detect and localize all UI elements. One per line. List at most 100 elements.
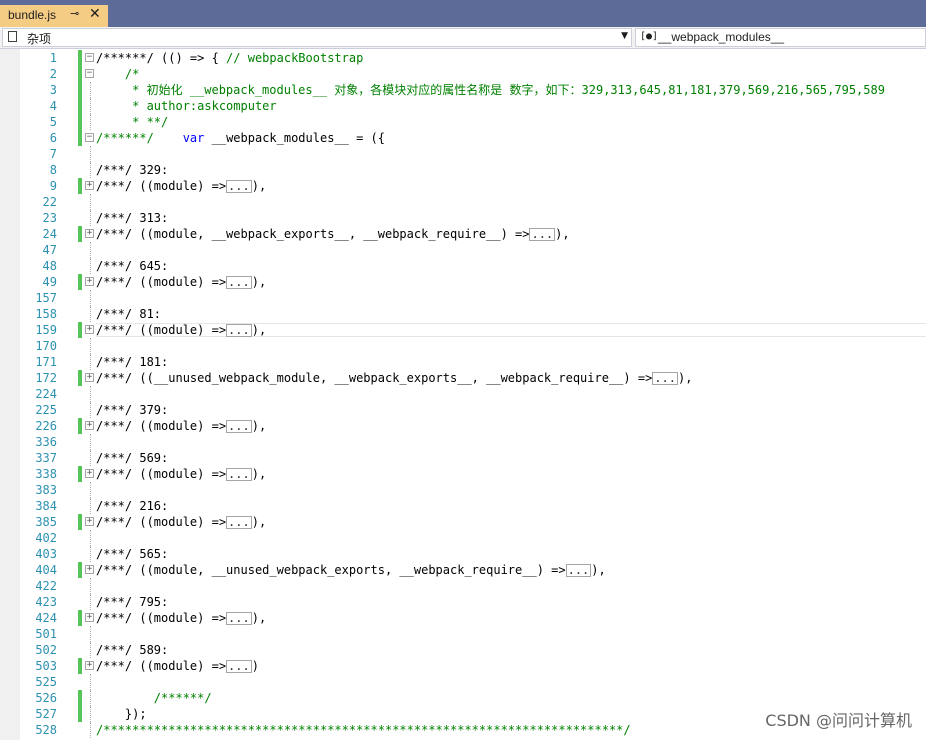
code-text: /***/ 181: <box>96 354 168 370</box>
code-text: /***/ 313: <box>96 210 168 226</box>
code-line[interactable]: 47 <box>0 242 926 258</box>
change-marker <box>78 418 82 434</box>
change-marker <box>78 610 82 626</box>
expand-fold-icon[interactable]: + <box>85 469 94 478</box>
code-line[interactable]: 384 /***/ 216: <box>0 498 926 514</box>
line-number: 422 <box>35 579 57 593</box>
code-line[interactable]: 225 /***/ 379: <box>0 402 926 418</box>
code-line[interactable]: 383 <box>0 482 926 498</box>
change-marker <box>78 98 82 114</box>
code-line[interactable]: 338 +/***/ ((module) =>...), <box>0 466 926 482</box>
code-line[interactable]: 170 <box>0 338 926 354</box>
code-token: /***/ ((module, __webpack_exports__, __w… <box>96 227 530 241</box>
line-number: 336 <box>35 435 57 449</box>
code-line[interactable]: 5 * **/ <box>0 114 926 130</box>
code-token: /***/ ((module) => <box>96 659 227 673</box>
tab-bundle-js[interactable]: bundle.js ⊸ ✕ <box>0 5 108 27</box>
code-line[interactable]: 2 − /* <box>0 66 926 82</box>
line-number: 404 <box>35 563 57 577</box>
change-marker <box>78 322 82 338</box>
line-number: 24 <box>42 227 57 241</box>
fold-guide <box>90 482 91 498</box>
code-line[interactable]: 423 /***/ 795: <box>0 594 926 610</box>
code-line[interactable]: 402 <box>0 530 926 546</box>
code-line[interactable]: 503 +/***/ ((module) =>...) <box>0 658 926 674</box>
line-number: 528 <box>35 723 57 737</box>
code-line[interactable]: 9 +/***/ ((module) =>...), <box>0 178 926 194</box>
code-line[interactable]: 501 <box>0 626 926 642</box>
code-token: /***/ 795: <box>96 595 169 609</box>
fold-guide <box>90 674 91 690</box>
code-line[interactable]: 224 <box>0 386 926 402</box>
code-line[interactable]: 404 +/***/ ((module, __unused_webpack_exp… <box>0 562 926 578</box>
code-line[interactable]: 8 /***/ 329: <box>0 162 926 178</box>
project-dropdown[interactable]: 杂项 ▼ <box>2 28 632 47</box>
change-marker <box>78 658 82 674</box>
collapsed-region[interactable]: ... <box>226 180 252 193</box>
collapsed-region[interactable]: ... <box>529 228 556 241</box>
chevron-down-icon[interactable]: ▼ <box>621 31 628 41</box>
expand-fold-icon[interactable]: + <box>85 229 94 238</box>
code-line[interactable]: 158 /***/ 81: <box>0 306 926 322</box>
code-token: ) <box>251 659 259 673</box>
code-line[interactable]: 422 <box>0 578 926 594</box>
code-line[interactable]: 24 +/***/ ((module, __webpack_exports__, … <box>0 226 926 242</box>
code-line[interactable]: 3 * 初始化 __webpack_modules__ 对象，各模块对应的属性名… <box>0 82 926 98</box>
code-line[interactable]: 157 <box>0 290 926 306</box>
code-line[interactable]: 6 −/******/ var __webpack_modules__ = ({ <box>0 130 926 146</box>
code-line[interactable]: 171 /***/ 181: <box>0 354 926 370</box>
change-marker <box>78 690 82 706</box>
collapse-fold-icon[interactable]: − <box>85 133 94 142</box>
code-line[interactable]: 48 /***/ 645: <box>0 258 926 274</box>
collapsed-region[interactable]: ... <box>226 612 252 625</box>
code-line[interactable]: 1 −/******/ (() => { // webpackBootstrap <box>0 50 926 66</box>
collapsed-region[interactable]: ... <box>565 564 592 577</box>
member-dropdown[interactable]: [●] __webpack_modules__ <box>635 28 926 47</box>
collapsed-region[interactable]: ... <box>226 660 252 673</box>
code-line[interactable]: 403 /***/ 565: <box>0 546 926 562</box>
pin-icon[interactable]: ⊸ <box>70 7 79 20</box>
expand-fold-icon[interactable]: + <box>85 661 94 670</box>
code-line[interactable]: 337 /***/ 569: <box>0 450 926 466</box>
close-icon[interactable]: ✕ <box>89 6 101 22</box>
expand-fold-icon[interactable]: + <box>85 181 94 190</box>
code-line[interactable]: 526 /******/ <box>0 690 926 706</box>
code-line[interactable]: 49 +/***/ ((module) =>...), <box>0 274 926 290</box>
code-line[interactable]: 424 +/***/ ((module) =>...), <box>0 610 926 626</box>
expand-fold-icon[interactable]: + <box>85 613 94 622</box>
collapsed-region[interactable]: ... <box>652 372 678 385</box>
code-line[interactable]: 525 <box>0 674 926 690</box>
code-line[interactable]: 22 <box>0 194 926 210</box>
collapsed-region[interactable]: ... <box>226 468 252 481</box>
code-line[interactable]: 23 /***/ 313: <box>0 210 926 226</box>
collapsed-region[interactable]: ... <box>226 420 252 433</box>
code-text: /***/ 329: <box>96 162 168 178</box>
collapsed-region[interactable]: ... <box>226 324 252 337</box>
expand-fold-icon[interactable]: + <box>85 373 94 382</box>
tab-title[interactable]: bundle.js <box>8 8 56 22</box>
code-line[interactable]: 226 +/***/ ((module) =>...), <box>0 418 926 434</box>
code-line[interactable]: 159 +/***/ ((module) =>...), <box>0 322 926 338</box>
code-line[interactable]: 502 /***/ 589: <box>0 642 926 658</box>
code-line[interactable]: 385 +/***/ ((module) =>...), <box>0 514 926 530</box>
expand-fold-icon[interactable]: + <box>85 517 94 526</box>
change-marker <box>78 82 82 98</box>
code-line[interactable]: 7 <box>0 146 926 162</box>
collapsed-region[interactable]: ... <box>226 516 252 529</box>
code-editor[interactable]: 1−/******/ (() => { // webpackBootstrap 2… <box>0 49 926 740</box>
code-text: * **/ <box>96 114 168 130</box>
collapse-fold-icon[interactable]: − <box>85 69 94 78</box>
line-number: 8 <box>49 163 57 177</box>
expand-fold-icon[interactable]: + <box>85 325 94 334</box>
code-line[interactable]: 336 <box>0 434 926 450</box>
line-number: 424 <box>35 611 57 625</box>
code-line[interactable]: 172 +/***/ ((__unused_webpack_module, __w… <box>0 370 926 386</box>
code-text: /***/ 379: <box>96 402 168 418</box>
expand-fold-icon[interactable]: + <box>85 277 94 286</box>
collapse-fold-icon[interactable]: − <box>85 53 94 62</box>
collapsed-region[interactable]: ... <box>226 276 252 289</box>
code-line[interactable]: 4 * author:askcomputer <box>0 98 926 114</box>
expand-fold-icon[interactable]: + <box>85 421 94 430</box>
code-text: /***/ ((module) =>...), <box>96 610 266 626</box>
expand-fold-icon[interactable]: + <box>85 565 94 574</box>
